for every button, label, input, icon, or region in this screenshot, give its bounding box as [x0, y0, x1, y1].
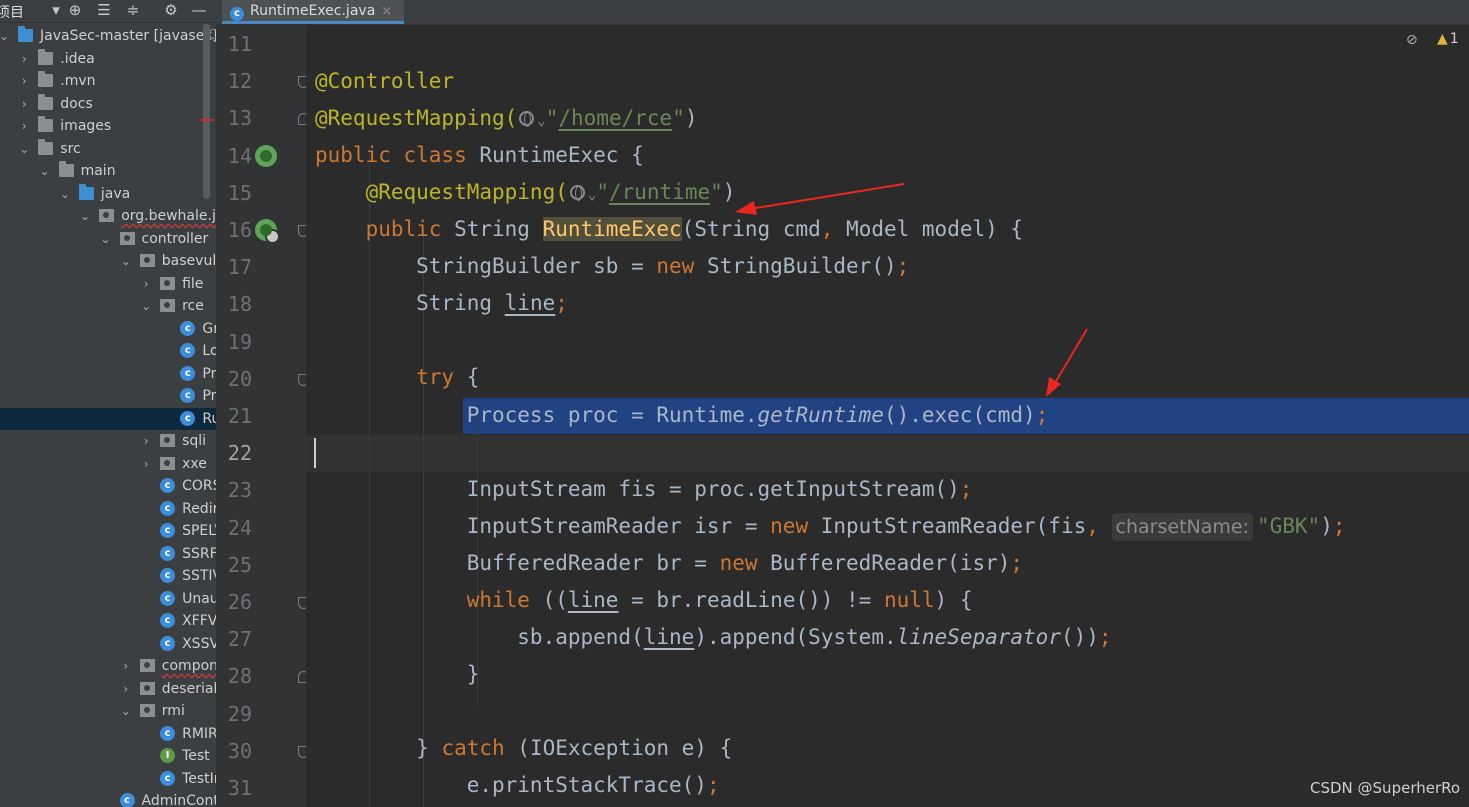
- annotation-arrows: [199, 119, 1088, 397]
- red-arrow-method: [735, 183, 905, 215]
- watermark: CSDN @SuperherRo: [1310, 779, 1461, 797]
- red-arrow-exec: [1046, 328, 1088, 397]
